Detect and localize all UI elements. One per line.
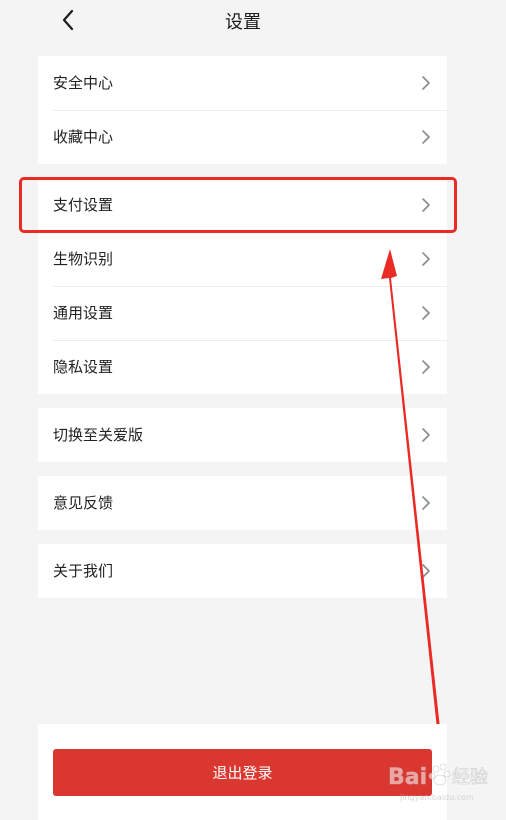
menu-item-label: 收藏中心 [53,128,114,146]
menu-item-favorites-center[interactable]: 收藏中心 [38,110,447,164]
page-title: 设置 [225,12,261,33]
menu-item-about-us[interactable]: 关于我们 [38,544,447,598]
menu-item-label: 意见反馈 [53,494,114,512]
logout-button[interactable]: 退出登录 [53,749,432,796]
logout-panel: 退出登录 [38,724,447,820]
chevron-right-icon [422,130,430,144]
chevron-right-icon [422,252,430,266]
menu-item-label: 支付设置 [53,196,114,214]
chevron-right-icon [422,198,430,212]
chevron-right-icon [422,496,430,510]
menu-item-privacy-settings[interactable]: 隐私设置 [38,340,447,394]
menu-item-feedback[interactable]: 意见反馈 [38,476,447,530]
chevron-right-icon [422,360,430,374]
menu-item-label: 切换至关爱版 [53,426,144,444]
menu-item-label: 安全中心 [53,74,114,92]
menu-item-label: 通用设置 [53,304,114,322]
menu-item-security-center[interactable]: 安全中心 [38,56,447,110]
menu-item-switch-care-mode[interactable]: 切换至关爱版 [38,408,447,462]
chevron-right-icon [422,76,430,90]
mode-group: 切换至关爱版 [38,408,447,462]
menu-item-payment-settings[interactable]: 支付设置 [38,178,447,232]
menu-item-biometrics[interactable]: 生物识别 [38,232,447,286]
chevron-right-icon [422,564,430,578]
settings-group: 支付设置 生物识别 通用设置 隐私设置 [38,178,447,394]
about-group: 关于我们 [38,544,447,598]
chevron-right-icon [422,428,430,442]
account-group: 安全中心 收藏中心 [38,56,447,164]
menu-item-general-settings[interactable]: 通用设置 [38,286,447,340]
menu-item-label: 生物识别 [53,250,114,268]
svg-text:经验: 经验 [452,767,488,788]
feedback-group: 意见反馈 [38,476,447,530]
menu-item-label: 关于我们 [53,562,114,580]
top-bar: 设置 [0,0,506,42]
menu-item-label: 隐私设置 [53,358,114,376]
chevron-right-icon [422,306,430,320]
